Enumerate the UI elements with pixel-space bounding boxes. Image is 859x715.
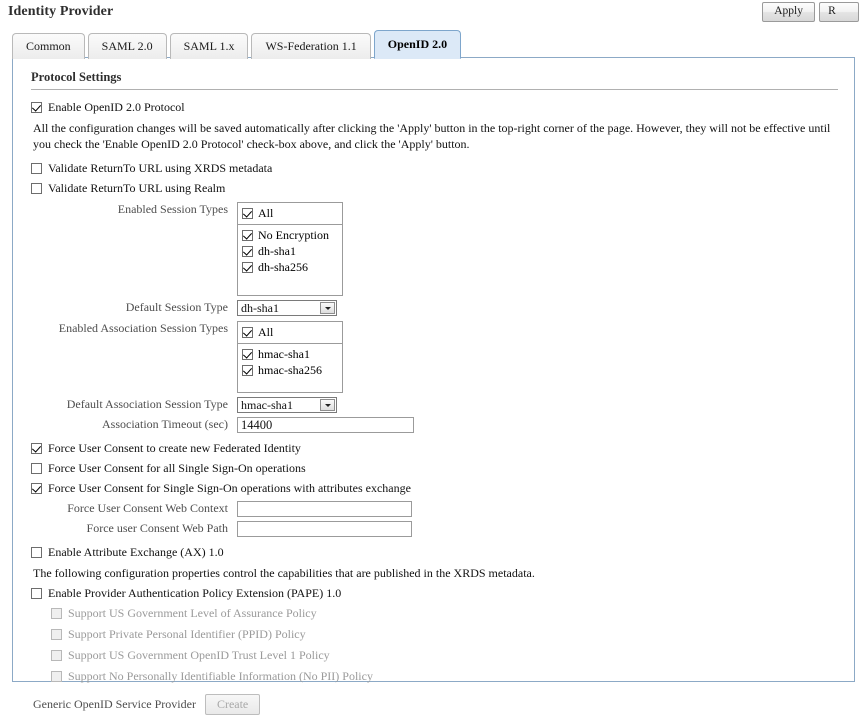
enable-pape-checkbox[interactable] [31,588,42,599]
association-type-hmac-sha256-checkbox[interactable] [242,364,253,376]
association-timeout-input[interactable] [237,417,414,433]
force-consent-web-context-input[interactable] [237,501,412,517]
session-type-option[interactable]: No Encryption [242,227,338,243]
validate-returnto-realm-checkbox[interactable] [31,183,42,194]
session-type-dh-sha1-checkbox[interactable] [242,245,253,257]
association-session-types-all-box: All [237,321,343,344]
session-type-dh-sha256-label: dh-sha256 [258,260,308,274]
configuration-notice-text: All the configuration changes will be sa… [33,121,831,151]
session-type-dh-sha256-checkbox[interactable] [242,261,253,273]
enable-attribute-exchange-row[interactable]: Enable Attribute Exchange (AX) 1.0 [31,545,838,560]
enabled-session-types-listbox[interactable]: No Encryption dh-sha1 dh-sha256 [237,224,343,296]
default-session-type-label: Default Session Type [125,300,228,314]
enabled-association-session-types-listbox[interactable]: hmac-sha1 hmac-sha256 [237,343,343,393]
default-session-type-select[interactable]: dh-sha1 [237,300,337,316]
force-consent-web-context-label: Force User Consent Web Context [67,501,228,515]
force-consent-sso-attributes-checkbox[interactable] [31,483,42,494]
section-title: Protocol Settings [31,70,122,84]
association-type-hmac-sha256-label: hmac-sha256 [258,363,322,377]
force-consent-federated-identity-row[interactable]: Force User Consent to create new Federat… [31,441,838,456]
force-consent-federated-identity-label: Force User Consent to create new Federat… [48,441,301,455]
pape-us-gov-trust-level-row: Support US Government OpenID Trust Level… [51,648,838,663]
page-title: Identity Provider [8,4,114,19]
enable-openid-protocol-row[interactable]: Enable OpenID 2.0 Protocol [31,100,838,115]
session-type-all-checkbox[interactable] [242,207,253,219]
pape-ppid-checkbox [51,629,62,640]
tab-common[interactable]: Common [12,33,85,59]
pape-us-gov-loa-label: Support US Government Level of Assurance… [68,606,317,620]
apply-button[interactable]: Apply [762,2,815,22]
page-header: Identity Provider Apply R [0,0,859,24]
generic-service-provider-label: Generic OpenID Service Provider [33,697,196,711]
header-button-group: Apply R [762,2,859,22]
force-consent-sso-attributes-label: Force User Consent for Single Sign-On op… [48,481,411,495]
association-type-hmac-sha1-label: hmac-sha1 [258,347,310,361]
enable-openid-protocol-label: Enable OpenID 2.0 Protocol [48,100,185,114]
force-consent-web-path-input[interactable] [237,521,412,537]
association-timeout-label: Association Timeout (sec) [102,417,228,431]
create-service-provider-button[interactable]: Create [204,694,261,715]
tab-strip: Common SAML 2.0 SAML 1.x WS-Federation 1… [12,29,464,59]
validate-returnto-xrds-label: Validate ReturnTo URL using XRDS metadat… [48,161,273,175]
enable-attribute-exchange-checkbox[interactable] [31,547,42,558]
tab-saml-2-0[interactable]: SAML 2.0 [87,33,167,59]
association-type-option[interactable]: hmac-sha1 [242,346,338,362]
force-consent-web-path-label: Force user Consent Web Path [86,521,228,535]
chevron-down-icon[interactable] [320,399,335,411]
enable-pape-row[interactable]: Enable Provider Authentication Policy Ex… [31,586,838,601]
force-consent-all-sso-label: Force User Consent for all Single Sign-O… [48,461,306,475]
enabled-session-types-all-option[interactable]: All [242,205,338,221]
force-consent-all-sso-row[interactable]: Force User Consent for all Single Sign-O… [31,461,838,476]
enabled-association-session-types-group: All hmac-sha1 hmac-sha256 [237,321,343,393]
session-type-option[interactable]: dh-sha256 [242,259,338,275]
protocol-settings-panel: Protocol Settings Enable OpenID 2.0 Prot… [12,57,855,715]
association-session-types-all-option[interactable]: All [242,324,338,340]
default-association-session-type-select[interactable]: hmac-sha1 [237,397,337,413]
enabled-session-types-all-box: All [237,202,343,225]
pape-us-gov-loa-row: Support US Government Level of Assurance… [51,606,838,621]
association-type-option[interactable]: hmac-sha256 [242,362,338,378]
force-consent-federated-identity-checkbox[interactable] [31,443,42,454]
secondary-button-clipped[interactable]: R [819,2,859,22]
tab-openid-2-0[interactable]: OpenID 2.0 [373,30,462,59]
force-consent-all-sso-checkbox[interactable] [31,463,42,474]
session-type-all-label: All [258,206,274,220]
section-divider [31,89,838,90]
enabled-association-session-types-label: Enabled Association Session Types [58,321,228,335]
default-association-session-type-label: Default Association Session Type [66,397,228,411]
pape-us-gov-trust-level-checkbox [51,650,62,661]
force-consent-sso-attributes-row[interactable]: Force User Consent for Single Sign-On op… [31,481,838,496]
pape-ppid-label: Support Private Personal Identifier (PPI… [68,627,306,641]
association-type-all-label: All [258,325,274,339]
enable-attribute-exchange-label: Enable Attribute Exchange (AX) 1.0 [48,545,224,559]
association-type-hmac-sha1-checkbox[interactable] [242,348,253,360]
pape-ppid-row: Support Private Personal Identifier (PPI… [51,627,838,642]
session-type-option[interactable]: dh-sha1 [242,243,338,259]
default-association-session-type-value: hmac-sha1 [241,398,293,412]
tab-ws-federation-1-1[interactable]: WS-Federation 1.1 [251,33,371,59]
session-type-dh-sha1-label: dh-sha1 [258,244,296,258]
association-type-all-checkbox[interactable] [242,326,253,338]
validate-returnto-realm-row[interactable]: Validate ReturnTo URL using Realm [31,181,838,196]
pape-us-gov-loa-checkbox [51,608,62,619]
generic-service-provider-row: Generic OpenID Service Provider Create [33,694,838,715]
pape-no-pii-checkbox [51,671,62,682]
enable-openid-protocol-checkbox[interactable] [31,102,42,113]
enable-pape-label: Enable Provider Authentication Policy Ex… [48,586,342,600]
session-type-no-encryption-checkbox[interactable] [242,229,253,241]
enabled-session-types-group: All No Encryption dh-sha1 dh-sha256 [237,202,343,296]
enabled-session-types-label: Enabled Session Types [117,202,228,216]
validate-returnto-xrds-row[interactable]: Validate ReturnTo URL using XRDS metadat… [31,161,838,176]
pape-us-gov-trust-level-label: Support US Government OpenID Trust Level… [68,648,330,662]
session-type-no-encryption-label: No Encryption [258,228,329,242]
tab-saml-1-x[interactable]: SAML 1.x [169,33,249,59]
default-session-type-value: dh-sha1 [241,301,279,315]
xrds-metadata-note: The following configuration properties c… [33,566,535,580]
validate-returnto-realm-label: Validate ReturnTo URL using Realm [48,181,226,195]
validate-returnto-xrds-checkbox[interactable] [31,163,42,174]
chevron-down-icon[interactable] [320,302,335,314]
